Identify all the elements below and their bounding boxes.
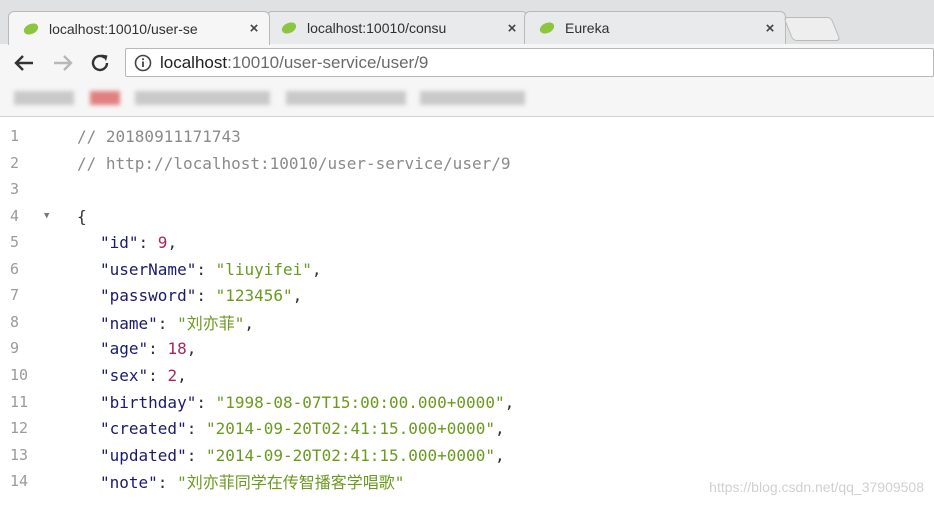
json-key: "name" [100, 314, 158, 333]
line-number: 2 [10, 154, 20, 172]
reload-button[interactable] [87, 50, 113, 76]
json-value: 2 [167, 365, 178, 385]
bookmark-item[interactable] [14, 91, 74, 105]
json-viewer: 1 // 20180911171743 2 // http://localhos… [0, 117, 934, 505]
spring-leaf-icon [23, 22, 39, 35]
code-line: 11 "birthday": "1998-08-07T15:00:00.000+… [10, 392, 515, 412]
json-key: "password" [100, 285, 197, 305]
line-number: 11 [10, 393, 29, 411]
url-host: localhost [160, 52, 228, 72]
code-line: 9 "age": 18, [10, 338, 197, 358]
code-line: 10 "sex": 2, [10, 365, 187, 385]
code-line: 7 "password": "123456", [10, 285, 303, 305]
tab-close-icon[interactable]: × [763, 20, 777, 37]
json-value: "liuyifei" [215, 259, 312, 279]
json-key: "userName" [100, 259, 197, 279]
code-line: 6 "userName": "liuyifei", [10, 259, 322, 279]
json-value: "1998-08-07T15:00:00.000+0000" [215, 392, 505, 412]
watermark: https://blog.csdn.net/qq_37909508 [709, 479, 924, 495]
json-value: "2014-09-20T02:41:15.000+0000" [205, 445, 495, 465]
info-icon[interactable] [134, 54, 152, 72]
tab-user-service[interactable]: localhost:10010/user-se × [8, 11, 270, 45]
line-number: 14 [10, 472, 29, 490]
json-key: "note" [100, 473, 158, 492]
json-key: "id" [100, 232, 139, 252]
tab-close-icon[interactable]: × [505, 20, 519, 37]
code-line: 3 [0, 176, 934, 202]
bookmark-item[interactable] [286, 91, 406, 105]
json-key: "updated" [100, 445, 187, 465]
json-key: "created" [100, 418, 187, 438]
address-bar[interactable]: localhost:10010/user-service/user/9 [125, 48, 934, 77]
json-value: "2014-09-20T02:41:15.000+0000" [205, 418, 495, 438]
code-line: 12 "created": "2014-09-20T02:41:15.000+0… [10, 418, 505, 438]
code-line: 1 // 20180911171743 [0, 123, 934, 149]
json-value: 18 [167, 338, 187, 358]
code-line: 13 "updated": "2014-09-20T02:41:15.000+0… [10, 445, 505, 465]
tab-title: localhost:10010/user-se [49, 20, 198, 37]
line-number: 12 [10, 419, 29, 437]
bookmarks-bar [0, 82, 934, 117]
back-arrow-icon [14, 55, 33, 71]
new-tab-button[interactable] [783, 17, 841, 41]
tab-title: localhost:10010/consu [307, 20, 447, 36]
back-button[interactable] [11, 50, 37, 76]
bookmark-item[interactable] [90, 91, 120, 105]
url-path: :10010/user-service/user/9 [227, 52, 429, 72]
json-value: "刘亦菲" [177, 314, 245, 333]
line-number: 9 [10, 339, 20, 357]
tab-eureka[interactable]: Eureka × [524, 11, 786, 44]
json-value: 9 [157, 232, 168, 252]
line-number: 5 [10, 233, 20, 251]
forward-button[interactable] [50, 50, 76, 76]
json-key: "birthday" [100, 392, 197, 412]
fold-toggle-icon[interactable]: ▼ [44, 211, 49, 221]
brace: { [77, 206, 87, 226]
line-number: 4 [10, 207, 20, 225]
code-line: 8 "name": "刘亦菲", [10, 313, 254, 333]
tab-strip: localhost:10010/user-se × localhost:1001… [0, 0, 934, 45]
tab-close-icon[interactable]: × [247, 20, 261, 37]
line-number: 8 [10, 313, 20, 331]
browser-toolbar: localhost:10010/user-service/user/9 [0, 44, 934, 82]
forward-arrow-icon [54, 55, 73, 71]
comment-text: // http://localhost:10010/user-service/u… [77, 153, 511, 173]
tab-consumer[interactable]: localhost:10010/consu × [266, 11, 528, 44]
line-number: 6 [10, 260, 20, 278]
reload-icon [91, 54, 109, 72]
comment-text: // 20180911171743 [77, 126, 241, 146]
code-line: 5 "id": 9, [10, 232, 178, 252]
code-line: 4 ▼ { [0, 203, 934, 229]
spring-leaf-icon [281, 22, 297, 34]
line-number: 1 [10, 127, 20, 145]
json-value: "123456" [215, 285, 293, 305]
line-number: 10 [10, 366, 29, 384]
line-number: 3 [10, 180, 20, 198]
code-line: 2 // http://localhost:10010/user-service… [0, 150, 934, 176]
bookmark-item[interactable] [420, 91, 525, 105]
tab-title: Eureka [565, 20, 610, 36]
json-key: "sex" [100, 365, 149, 385]
bookmark-item[interactable] [135, 91, 270, 105]
json-key: "age" [100, 338, 149, 358]
json-value: "刘亦菲同学在传智播客学唱歌" [177, 473, 405, 492]
line-number: 7 [10, 286, 20, 304]
line-number: 13 [10, 446, 29, 464]
spring-leaf-icon [539, 22, 555, 34]
